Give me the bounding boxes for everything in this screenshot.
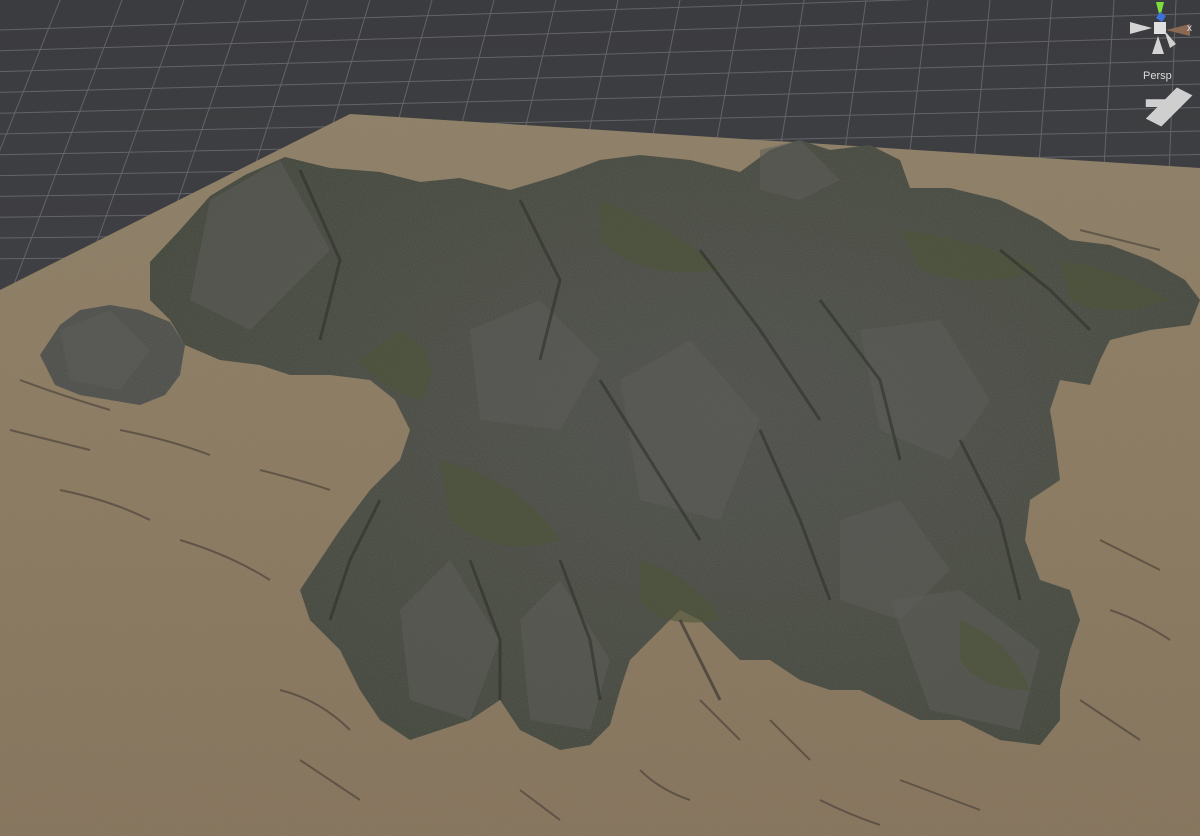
lock-icon <box>1132 72 1193 126</box>
axis-gizmo-icon[interactable] <box>1118 0 1200 70</box>
scene-viewport[interactable]: x Persp <box>0 0 1200 836</box>
neg-z-axis-cone-icon[interactable] <box>1164 30 1176 48</box>
gizmo-center-cube-icon[interactable] <box>1154 22 1166 34</box>
x-axis-label: x <box>1187 23 1192 34</box>
neg-x-axis-cone-icon[interactable] <box>1130 22 1152 34</box>
z-axis-cone-icon[interactable] <box>1156 12 1166 22</box>
scene-orientation-gizmo[interactable]: x Persp <box>1118 0 1200 126</box>
neg-y-axis-cone-icon[interactable] <box>1152 36 1164 54</box>
scene-canvas[interactable] <box>0 0 1200 836</box>
projection-toggle[interactable]: Persp <box>1132 70 1193 126</box>
